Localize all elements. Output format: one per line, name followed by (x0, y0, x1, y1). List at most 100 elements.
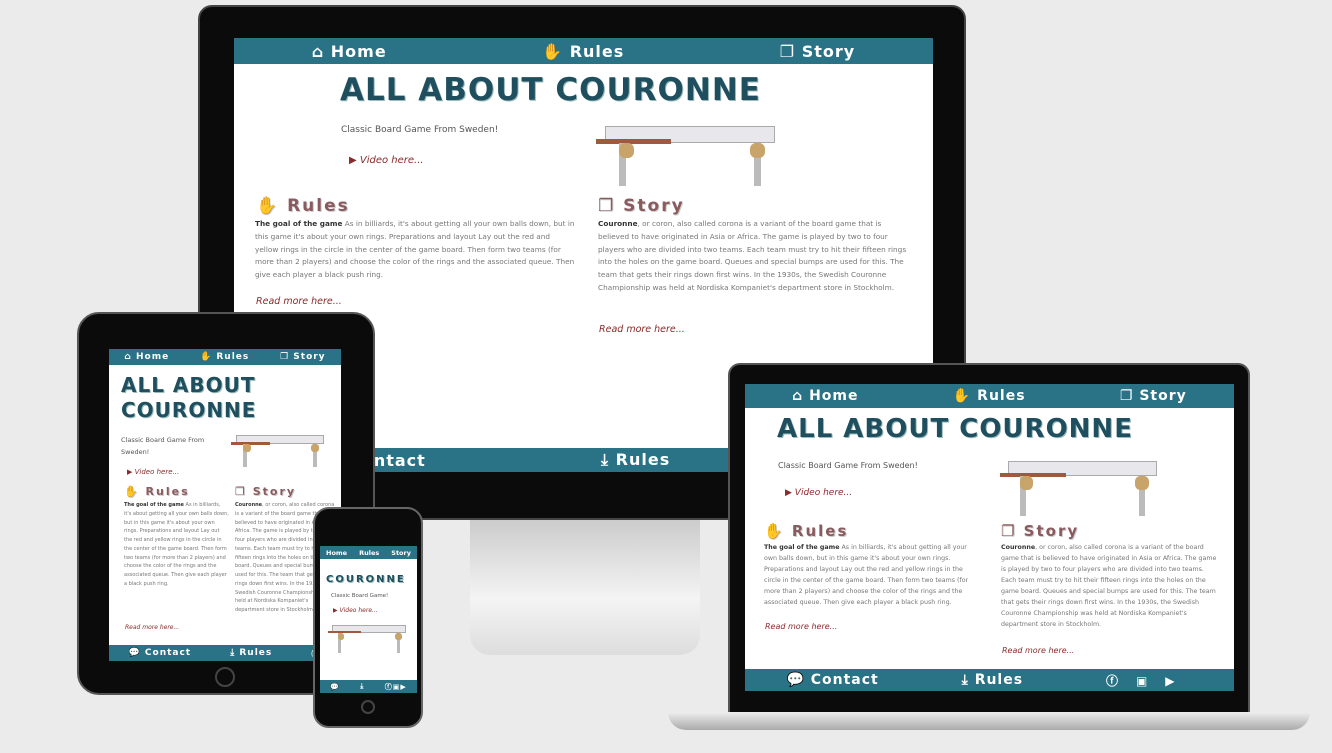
nav-home[interactable]: ⌂ Home (312, 42, 387, 61)
nav-story[interactable]: ❐ Story (280, 352, 325, 362)
rules-read-more[interactable]: Read more here... (256, 296, 342, 307)
rules-lead: The goal of the game (764, 544, 840, 551)
footer: 💬 Contact ⤓ Rules ⓕ▣▶ (745, 669, 1234, 691)
story-text: Couronne, or coron, also called corona i… (598, 218, 908, 295)
rules-heading-label: Rules (287, 196, 350, 216)
story-lead: Couronne (1001, 544, 1036, 551)
download-icon[interactable]: ⤓ (360, 682, 364, 691)
contact-icon[interactable]: 💬 (330, 683, 340, 691)
video-label[interactable]: Video here... (360, 155, 424, 166)
footer-rules[interactable]: ⤓ Rules (601, 450, 670, 470)
nav-rules[interactable]: ✋ Rules (200, 352, 249, 362)
rules-read-more[interactable]: Read more here... (125, 624, 179, 631)
nav-home[interactable]: ⌂ Home (792, 388, 858, 404)
story-heading-label: Story (623, 196, 685, 216)
video-label[interactable]: Video here... (135, 468, 180, 476)
footer: 💬 Contact ⤓ Rules ⓕ (109, 645, 341, 661)
nav-story[interactable]: ❐ Story (1120, 388, 1187, 404)
rules-heading-label: Rules (791, 522, 849, 540)
footer-rules-label[interactable]: Rules (239, 648, 272, 658)
footer-contact-label[interactable]: Contact (811, 672, 879, 688)
story-heading: ❐ Story (598, 196, 685, 216)
nav-home-label[interactable]: Home (809, 388, 858, 404)
navbar: Home Rules Story (320, 546, 417, 559)
rules-heading: ✋ Rules (124, 485, 190, 498)
rules-lead: The goal of the game (124, 502, 184, 508)
rules-heading: ✋ Rules (764, 522, 849, 540)
video-link[interactable]: ▶ Video here... (333, 607, 378, 614)
rules-heading-label: Rules (145, 485, 190, 498)
rules-read-more[interactable]: Read more here... (765, 622, 837, 631)
nav-rules-label[interactable]: Rules (570, 42, 625, 61)
story-body: , or coron, also called corona is a vari… (1001, 544, 1217, 629)
page-title: ALL ABOUT COURONNE (121, 373, 257, 422)
monitor-stand (470, 515, 700, 655)
footer-rules[interactable]: ⤓ Rules (230, 648, 272, 658)
nav-story[interactable]: Story (391, 549, 411, 557)
linkedin-icon[interactable]: ▣ (1136, 674, 1165, 688)
story-heading-label: Story (252, 485, 297, 498)
footer-rules-label[interactable]: Rules (975, 672, 1023, 688)
board-image (596, 126, 784, 186)
nav-home[interactable]: Home (326, 549, 347, 557)
nav-story-label[interactable]: Story (802, 42, 855, 61)
youtube-icon[interactable]: ▶ (1165, 674, 1192, 688)
rules-body: As in billiards, it's about getting all … (764, 544, 969, 607)
subtitle: Classic Board Game! (331, 593, 389, 599)
navbar: ⌂ Home ✋ Rules ❐ Story (745, 384, 1234, 408)
page-title: ALL ABOUT COURONNE (340, 72, 761, 108)
rules-lead: The goal of the game (255, 219, 343, 228)
nav-rules-label[interactable]: Rules (977, 388, 1025, 404)
board-image (1000, 461, 1165, 516)
story-lead: Couronne (235, 502, 263, 508)
story-text: Couronne, or coron, also called corona i… (1001, 542, 1219, 630)
rules-heading: ✋ Rules (256, 196, 350, 216)
facebook-icon[interactable]: ⓕ (385, 683, 393, 691)
page-title: COURONNE (326, 574, 406, 585)
facebook-icon[interactable]: ⓕ (1106, 674, 1136, 688)
board-image (328, 625, 410, 653)
page-title: ALL ABOUT COURONNE (777, 414, 1133, 444)
nav-home-label[interactable]: Home (136, 352, 169, 362)
story-heading: ❐ Story (235, 485, 297, 498)
rules-text: The goal of the game As in billiards, it… (124, 501, 229, 589)
tablet-screen: ⌂ Home ✋ Rules ❐ Story ALL ABOUT COURONN… (109, 349, 341, 661)
laptop-base (668, 712, 1310, 730)
nav-story-label[interactable]: Story (1139, 388, 1186, 404)
nav-rules[interactable]: Rules (359, 549, 379, 557)
social-icons: ⓕ▣▶ (1106, 672, 1193, 689)
footer-rules-label[interactable]: Rules (616, 450, 671, 469)
story-read-more[interactable]: Read more here... (1002, 646, 1074, 655)
story-body: , or coron, also called corona is a vari… (598, 219, 907, 292)
subtitle: Classic Board Game From Sweden! (121, 436, 205, 457)
footer-rules[interactable]: ⤓ Rules (962, 672, 1023, 688)
story-heading-label: Story (1023, 522, 1080, 540)
nav-rules[interactable]: ✋ Rules (953, 388, 1026, 404)
nav-rules[interactable]: ✋ Rules (542, 42, 624, 61)
nav-story-label[interactable]: Story (293, 352, 325, 362)
video-label[interactable]: Video here... (340, 607, 378, 614)
video-label[interactable]: Video here... (795, 488, 852, 498)
youtube-icon[interactable]: ▶ (400, 683, 406, 691)
laptop-screen: ⌂ Home ✋ Rules ❐ Story ALL ABOUT COURONN… (745, 384, 1234, 691)
footer-contact[interactable]: 💬 Contact (786, 672, 878, 688)
footer-contact-label[interactable]: Contact (145, 648, 191, 658)
nav-home-label[interactable]: Home (331, 42, 387, 61)
video-link[interactable]: ▶ Video here... (785, 488, 852, 498)
navbar: ⌂ Home ✋ Rules ❐ Story (109, 349, 341, 365)
video-link[interactable]: ▶ Video here... (127, 468, 179, 476)
rules-text: The goal of the game As in billiards, it… (255, 218, 575, 282)
video-link[interactable]: ▶ Video here... (349, 155, 424, 166)
footer: 💬 ⤓ ⓕ▣▶ (320, 680, 417, 693)
story-read-more[interactable]: Read more here... (599, 324, 685, 335)
subtitle: Classic Board Game From Sweden! (778, 461, 918, 470)
footer-contact[interactable]: 💬 Contact (129, 648, 192, 658)
nav-rules-label[interactable]: Rules (216, 352, 249, 362)
rules-body: As in billiards, it's about getting all … (124, 502, 229, 587)
board-image (231, 435, 329, 467)
phone-home-button (361, 700, 375, 714)
nav-story[interactable]: ❐ Story (780, 42, 855, 61)
nav-home[interactable]: ⌂ Home (124, 352, 169, 362)
navbar: ⌂ Home ✋ Rules ❐ Story (234, 38, 933, 64)
tablet-home-button (215, 667, 235, 687)
